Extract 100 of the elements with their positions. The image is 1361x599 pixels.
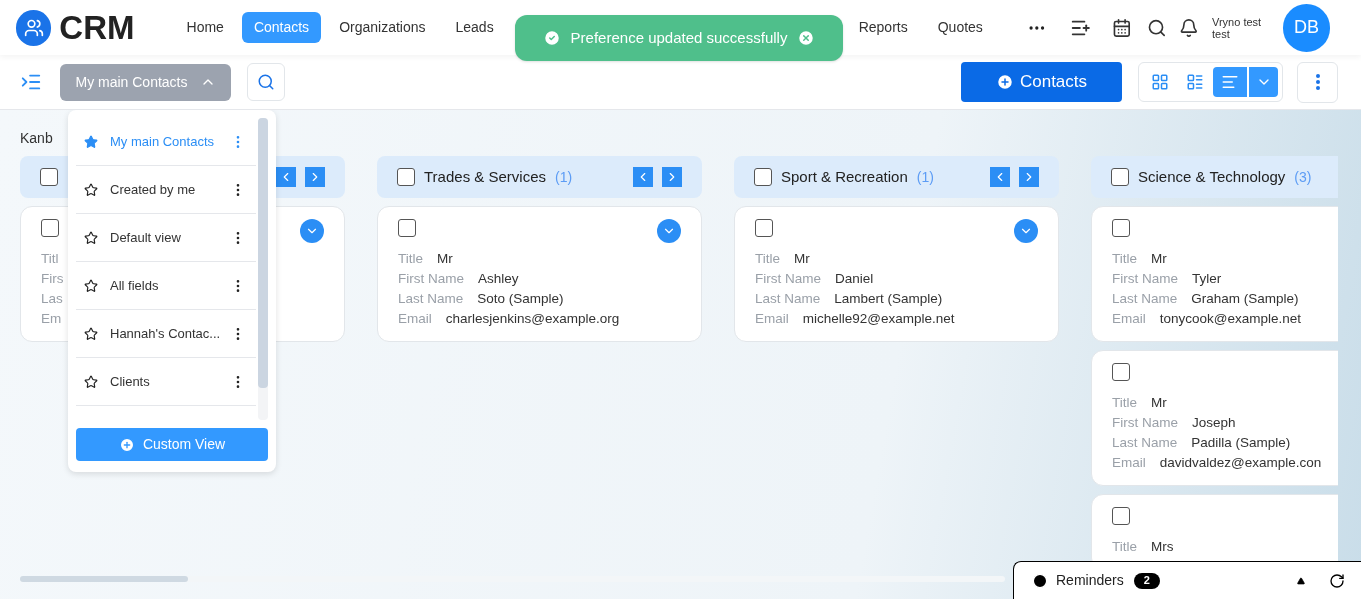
search-icon[interactable] (1146, 17, 1167, 38)
bell-icon[interactable] (1179, 17, 1199, 38)
view-menu-item[interactable]: Clients (76, 358, 256, 406)
checkbox[interactable] (397, 168, 415, 186)
user-name: Vryno test test (1212, 15, 1263, 40)
field-value: Mr (1151, 250, 1167, 268)
nav-link[interactable]: Leads (443, 12, 506, 43)
checkbox[interactable] (40, 168, 58, 186)
list-icon (1186, 73, 1204, 91)
view-menu-item[interactable]: Default view (76, 214, 256, 262)
reminders-label: Reminders (1056, 571, 1124, 590)
plus-icon (118, 436, 135, 453)
logo-icon (16, 9, 52, 46)
grid-icon (1151, 73, 1169, 91)
field-value: tonycook@example.net (1159, 310, 1302, 328)
expand-button[interactable] (300, 219, 324, 243)
field-label: Last Name (398, 290, 464, 308)
kebab-icon (1315, 74, 1320, 90)
reminders-count: 2 (1133, 572, 1160, 589)
field-label: Em (41, 310, 62, 328)
checkbox[interactable] (1111, 168, 1129, 186)
field-value: Tyler (1192, 270, 1222, 288)
brand-name: CRM (59, 7, 135, 48)
calendar-icon[interactable] (1112, 17, 1132, 38)
field-value: Ashley (478, 270, 519, 288)
star-icon[interactable] (84, 134, 98, 149)
field-label: Email (755, 310, 789, 328)
view-menu-item[interactable]: Created by me (76, 166, 256, 214)
field-label: Email (1112, 310, 1146, 328)
lines-icon (1221, 73, 1239, 91)
column-count: (1) (916, 167, 934, 187)
field-label: Email (398, 310, 432, 328)
plus-icon (995, 73, 1014, 91)
field-label: Las (41, 290, 63, 308)
column-title: Trades & Services (424, 166, 546, 187)
field-label: Title (398, 250, 423, 268)
field-label: First Name (398, 270, 464, 288)
check-icon (542, 29, 561, 47)
checkbox[interactable] (754, 168, 772, 186)
field-label: Email (1112, 454, 1146, 472)
column-title: Sport & Recreation (781, 166, 908, 187)
collapse-icon[interactable] (1297, 576, 1305, 585)
field-value: Daniel (835, 270, 874, 288)
star-icon[interactable] (84, 374, 98, 389)
column-count: (1) (555, 167, 573, 187)
field-label: Title (755, 250, 780, 268)
refresh-icon[interactable] (1329, 572, 1345, 589)
column-title: Science & Technology (1138, 166, 1286, 187)
field-label: Title (1112, 250, 1137, 268)
field-value: Mr (1151, 394, 1167, 412)
view-menu-item[interactable]: All fields (76, 262, 256, 310)
expand-button[interactable] (657, 219, 681, 243)
checkbox[interactable] (41, 219, 59, 237)
checkbox[interactable] (1112, 363, 1130, 381)
field-label: First Name (1112, 270, 1178, 288)
field-value: Graham (Sample) (1191, 290, 1299, 308)
checkbox[interactable] (398, 219, 416, 237)
field-label: Last Name (1112, 434, 1178, 452)
field-value: Padilla (Sample) (1191, 434, 1291, 452)
more-options-button[interactable] (1297, 61, 1338, 103)
kanban-view-button[interactable] (1213, 67, 1247, 97)
field-label: First Name (1112, 414, 1178, 432)
field-value: davidvaldez@example.con (1159, 454, 1322, 472)
field-label: Firs (41, 270, 64, 288)
toast-message: Preference updated successfully (570, 27, 788, 48)
field-value: Joseph (1192, 414, 1236, 432)
column-count: (3) (1294, 167, 1312, 187)
star-icon[interactable] (84, 230, 98, 245)
field-label: Title (1112, 394, 1137, 412)
nav-link[interactable]: Reports (846, 12, 920, 43)
field-value: Mrs (1151, 538, 1174, 556)
star-icon[interactable] (84, 326, 98, 341)
add-contact-button[interactable]: Contacts (961, 62, 1122, 102)
field-value: charlesjenkins@example.org (445, 310, 620, 328)
nav-link[interactable]: Home (174, 12, 236, 43)
reminders-panel[interactable]: Reminders 2 (1013, 561, 1361, 599)
field-value: Mr (437, 250, 453, 268)
nav-link[interactable]: Organizations (327, 12, 438, 43)
search-button[interactable] (247, 63, 285, 101)
horizontal-scrollbar[interactable] (20, 576, 1005, 582)
checkbox[interactable] (1112, 507, 1130, 525)
view-options-button[interactable] (1248, 67, 1278, 97)
menu-scrollbar[interactable] (258, 118, 268, 420)
checkbox[interactable] (755, 219, 773, 237)
field-value: Mr (794, 250, 810, 268)
star-icon[interactable] (84, 278, 98, 293)
expand-button[interactable] (1014, 219, 1038, 243)
field-value: Soto (Sample) (477, 290, 564, 308)
star-icon[interactable] (84, 182, 98, 197)
nav-link[interactable]: Quotes (925, 12, 995, 43)
field-label: Titl (41, 250, 59, 268)
previous-button[interactable] (276, 167, 296, 187)
field-label: Last Name (755, 290, 821, 308)
section-label: Kanb (20, 130, 53, 146)
field-value: michelle92@example.net (802, 310, 955, 328)
field-label: Last Name (1112, 290, 1178, 308)
view-menu-item[interactable]: Hannah's Contac... (76, 310, 256, 358)
search-icon (257, 73, 275, 91)
checkbox[interactable] (1112, 219, 1130, 237)
field-label: Title (1112, 538, 1137, 556)
